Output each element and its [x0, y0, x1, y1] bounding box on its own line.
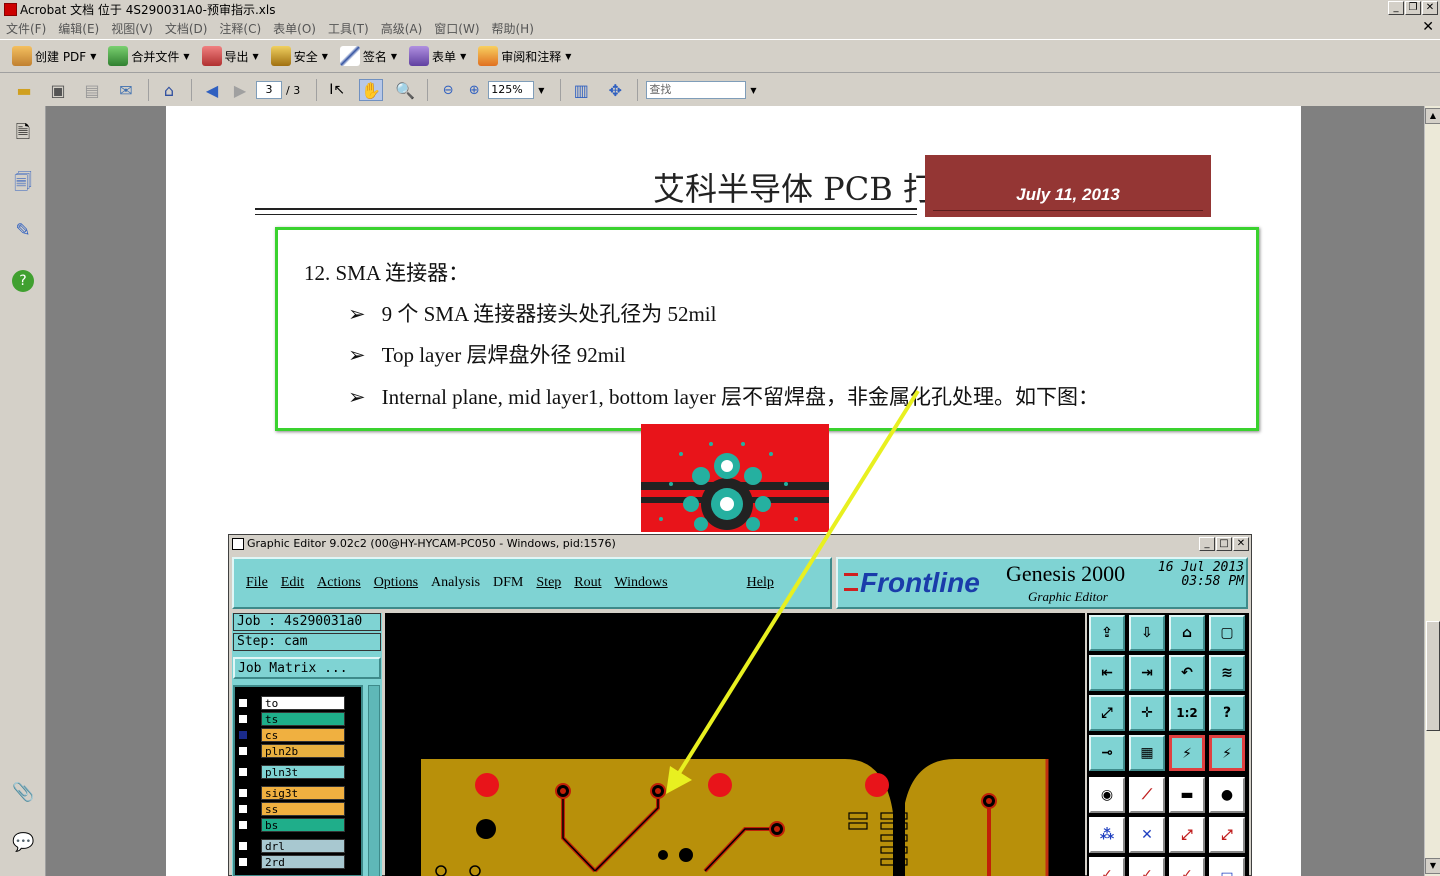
chevron-down-icon: ▼ [565, 51, 572, 61]
menu-help[interactable]: 帮助(H) [492, 20, 534, 37]
forms-button[interactable]: 表单 ▼ [409, 46, 466, 66]
hand-tool-icon[interactable]: ✋ [359, 79, 384, 101]
task-toolbar: 创建 PDF ▼ 合并文件 ▼ 导出 ▼ 安全 ▼ 签名 ▼ 表单 ▼ 审阅和注释 ▼ [0, 39, 1440, 73]
sign-label: 签名 [362, 49, 387, 64]
security-button[interactable]: 安全 ▼ [270, 46, 328, 66]
chevron-down-icon: ▼ [390, 51, 398, 61]
menu-window[interactable]: 窗口(W) [434, 20, 479, 37]
combine-files-icon [108, 46, 129, 66]
close-button[interactable]: ✕ [1422, 1, 1438, 15]
next-page-icon[interactable]: ▶ [228, 79, 252, 101]
email-icon[interactable]: ✉ [114, 79, 138, 101]
window-title: Acrobat 文档 位于 4S290031A0-预审指示.xls [20, 2, 276, 17]
separator [148, 79, 149, 101]
pages-icon[interactable]: 🗎 [12, 120, 34, 143]
restore-button[interactable]: ❐ [1405, 1, 1421, 15]
pdf-page: 艾科半导体 PCB 打板要求 July 11, 2013 12. SMA 连接器… [166, 106, 1301, 876]
menu-comments[interactable]: 注释(C) [219, 20, 261, 37]
review-comment-label: 审阅和注释 [501, 49, 562, 64]
scroll-up-arrow[interactable]: ▲ [1425, 108, 1440, 124]
menu-document[interactable]: 文档(D) [165, 20, 208, 37]
menu-advanced[interactable]: 高级(A) [381, 20, 423, 37]
navigation-pane: 🗎 🗐 ✎ ? 📎 💬 [0, 106, 46, 876]
zoom-out-icon[interactable]: ⊖ [436, 79, 460, 101]
combine-files-label: 合并文件 [131, 49, 180, 64]
chevron-down-icon: ▼ [252, 51, 259, 61]
form-icon [409, 46, 430, 66]
separator [427, 79, 429, 101]
bookmarks-icon[interactable]: 🗐 [12, 170, 34, 193]
zoom-in-icon[interactable]: ⊕ [462, 79, 486, 101]
page-number-input[interactable]: 3 [256, 81, 282, 99]
separator [637, 79, 639, 101]
chevron-down-icon: ▼ [183, 51, 190, 61]
fit-width-icon[interactable]: ▥ [569, 79, 593, 101]
chevron-down-icon: ▼ [460, 51, 467, 61]
sign-button[interactable]: 签名 ▼ [339, 46, 398, 66]
menu-view[interactable]: 视图(V) [111, 20, 153, 37]
page-total: / 3 [286, 83, 301, 97]
save-icon[interactable]: ▤ [80, 79, 104, 101]
find-input[interactable]: 查找 [646, 81, 747, 99]
window-titlebar: Acrobat 文档 位于 4S290031A0-预审指示.xls _ ❐ ✕ [0, 0, 1440, 18]
document-area[interactable]: 艾科半导体 PCB 打板要求 July 11, 2013 12. SMA 连接器… [46, 106, 1424, 876]
export-button[interactable]: 导出 ▼ [201, 46, 259, 66]
print-icon[interactable]: ▣ [46, 79, 70, 101]
lock-icon [270, 46, 291, 66]
acrobat-icon [4, 2, 17, 16]
minimize-button[interactable]: _ [1388, 1, 1404, 15]
scroll-thumb[interactable] [1426, 621, 1440, 731]
menu-tools[interactable]: 工具(T) [328, 20, 369, 37]
export-icon [201, 46, 222, 66]
forms-label: 表单 [432, 49, 457, 64]
file-toolbar: ▬ ▣ ▤ ✉ ⌂ ◀ ▶ 3 / 3 I↖ ✋ 🔍 ⊖ ⊕ 125% ▼ ▥ … [0, 74, 1440, 106]
open-folder-icon[interactable]: ▬ [12, 79, 36, 101]
separator [316, 79, 318, 101]
menu-file[interactable]: 文件(F) [6, 20, 46, 37]
menubar: 文件(F) 编辑(E) 视图(V) 文档(D) 注释(C) 表单(O) 工具(T… [0, 18, 1440, 38]
select-tool-icon[interactable]: I↖ [325, 79, 349, 101]
zoom-level-select[interactable]: 125% [488, 81, 535, 99]
upload-icon[interactable]: ⌂ [157, 79, 181, 101]
chevron-down-icon[interactable]: ▼ [750, 86, 756, 95]
comments-icon[interactable]: 💬 [12, 832, 34, 854]
scroll-down-arrow[interactable]: ▼ [1425, 858, 1440, 874]
chevron-down-icon: ▼ [321, 51, 328, 61]
signatures-icon[interactable]: ✎ [12, 220, 34, 242]
vertical-scrollbar[interactable]: ▲ ▼ [1424, 106, 1440, 876]
zoom-tool-icon[interactable]: 🔍 [393, 79, 417, 101]
combine-files-button[interactable]: 合并文件 ▼ [108, 46, 190, 66]
create-pdf-label: 创建 PDF [35, 49, 87, 64]
security-label: 安全 [293, 49, 318, 64]
separator [560, 79, 562, 101]
export-label: 导出 [224, 49, 249, 64]
comment-icon [478, 46, 499, 66]
separator [191, 79, 192, 101]
create-pdf-button[interactable]: 创建 PDF ▼ [12, 46, 96, 66]
menu-forms[interactable]: 表单(O) [273, 20, 316, 37]
previous-page-icon[interactable]: ◀ [200, 79, 224, 101]
fit-page-icon[interactable]: ✥ [603, 79, 627, 101]
chevron-down-icon: ▼ [90, 51, 97, 61]
chevron-down-icon[interactable]: ▼ [538, 86, 544, 95]
review-comment-button[interactable]: 审阅和注释 ▼ [478, 46, 571, 66]
document-close-button[interactable]: ✕ [1422, 19, 1434, 35]
menu-edit[interactable]: 编辑(E) [58, 20, 99, 37]
help-icon[interactable]: ? [12, 270, 34, 292]
annotation-arrow [666, 389, 920, 794]
create-pdf-icon [12, 46, 32, 66]
pen-icon [339, 46, 360, 66]
attachments-icon[interactable]: 📎 [12, 782, 34, 804]
